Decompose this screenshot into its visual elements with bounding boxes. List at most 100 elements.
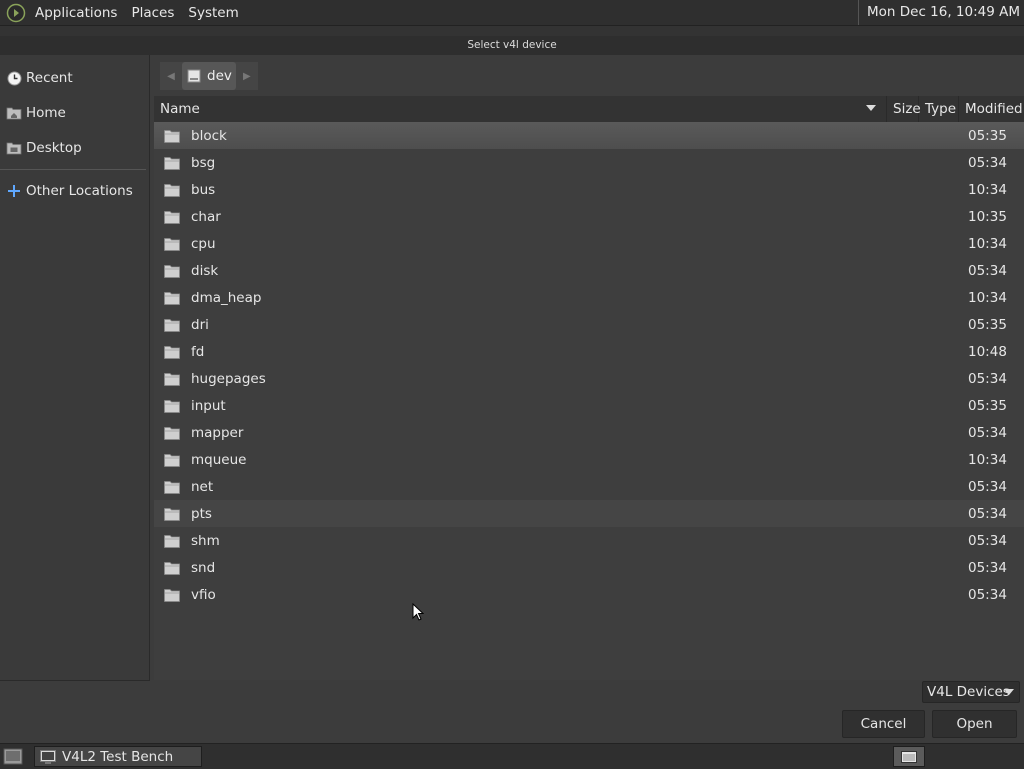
folder-icon	[164, 561, 180, 575]
column-header-label: Name	[160, 101, 200, 117]
file-modified: 05:34	[968, 262, 1007, 279]
file-name: char	[191, 208, 221, 225]
sidebar-item-label: Home	[26, 105, 66, 121]
folder-icon	[164, 264, 180, 278]
folder-icon	[164, 345, 180, 359]
file-row[interactable]: mapper 05:34	[154, 419, 1024, 446]
path-back-button[interactable]: ◀	[160, 62, 182, 90]
path-bar: ◀ dev ▶	[160, 61, 258, 91]
taskbar-window-label: V4L2 Test Bench	[62, 748, 174, 765]
path-crumb-label: dev	[207, 68, 232, 84]
file-modified: 05:34	[968, 370, 1007, 387]
path-crumb-dev[interactable]: dev	[182, 62, 236, 90]
menu-applications[interactable]: Applications	[28, 5, 124, 21]
file-name: mqueue	[191, 451, 247, 468]
file-filter-select[interactable]: V4L Devices	[922, 681, 1020, 703]
taskbar-window-button[interactable]: V4L2 Test Bench	[34, 746, 202, 767]
folder-icon	[164, 399, 180, 413]
places-sidebar: Recent Home Desktop Other Locations	[0, 55, 150, 681]
column-header-name[interactable]: Name	[154, 96, 887, 122]
path-forward-button[interactable]: ▶	[235, 62, 258, 90]
column-header-label: Modified	[965, 101, 1023, 117]
file-name: mapper	[191, 424, 244, 441]
column-header-type[interactable]: Type	[919, 96, 959, 122]
file-modified: 05:34	[968, 424, 1007, 441]
file-row[interactable]: block 05:35	[154, 122, 1024, 149]
folder-icon	[164, 318, 180, 332]
file-name: pts	[191, 505, 212, 522]
column-header-label: Size	[893, 101, 921, 117]
open-button[interactable]: Open	[932, 710, 1017, 738]
column-header-size[interactable]: Size	[887, 96, 921, 122]
dropdown-arrow-icon	[1004, 689, 1014, 695]
file-row[interactable]: hugepages 05:34	[154, 365, 1024, 392]
desktop-folder-icon	[6, 140, 22, 156]
file-row[interactable]: bsg 05:34	[154, 149, 1024, 176]
column-header-modified[interactable]: Modified	[959, 96, 1024, 122]
file-name: cpu	[191, 235, 216, 252]
file-row[interactable]: net 05:34	[154, 473, 1024, 500]
panel-gap	[0, 26, 1024, 36]
chevron-right-icon: ▶	[243, 70, 251, 82]
file-modified: 05:35	[968, 316, 1007, 333]
file-row[interactable]: input 05:35	[154, 392, 1024, 419]
cancel-button[interactable]: Cancel	[842, 710, 925, 738]
sidebar-separator	[0, 169, 146, 170]
file-row[interactable]: dma_heap 10:34	[154, 284, 1024, 311]
file-row[interactable]: bus 10:34	[154, 176, 1024, 203]
sidebar-item-home[interactable]: Home	[0, 99, 149, 127]
folder-icon	[164, 129, 180, 143]
file-modified: 05:35	[968, 127, 1007, 144]
top-panel: Applications Places System Mon Dec 16, 1…	[0, 0, 1024, 26]
show-desktop-icon[interactable]	[3, 748, 23, 765]
file-name: net	[191, 478, 214, 495]
file-row[interactable]: vfio 05:34	[154, 581, 1024, 608]
folder-icon	[164, 534, 180, 548]
chevron-left-icon: ◀	[167, 70, 175, 82]
file-row[interactable]: cpu 10:34	[154, 230, 1024, 257]
sidebar-item-label: Other Locations	[26, 183, 133, 199]
file-row[interactable]: shm 05:34	[154, 527, 1024, 554]
file-name: vfio	[191, 586, 216, 603]
sidebar-item-label: Recent	[26, 70, 73, 86]
folder-icon	[164, 588, 180, 602]
folder-icon	[164, 372, 180, 386]
sidebar-item-other-locations[interactable]: Other Locations	[0, 177, 149, 205]
workspace-icon	[901, 750, 917, 763]
file-name: bsg	[191, 154, 216, 171]
menu-places[interactable]: Places	[124, 5, 181, 21]
file-name: dri	[191, 316, 209, 333]
top-menu: Applications Places System	[0, 0, 246, 25]
home-folder-icon	[6, 105, 22, 121]
distro-logo-icon[interactable]	[6, 3, 26, 23]
file-row[interactable]: fd 10:48	[154, 338, 1024, 365]
folder-icon	[164, 480, 180, 494]
folder-icon	[164, 453, 180, 467]
sidebar-item-recent[interactable]: Recent	[0, 64, 149, 92]
file-modified: 10:34	[968, 289, 1007, 306]
sort-down-icon	[866, 105, 876, 111]
clock[interactable]: Mon Dec 16, 10:49 AM	[857, 0, 1024, 25]
bottom-taskbar: V4L2 Test Bench	[0, 743, 1024, 769]
file-row[interactable]: pts 05:34	[154, 500, 1024, 527]
file-modified: 10:48	[968, 343, 1007, 360]
file-row[interactable]: snd 05:34	[154, 554, 1024, 581]
file-row[interactable]: disk 05:34	[154, 257, 1024, 284]
file-row[interactable]: mqueue 10:34	[154, 446, 1024, 473]
file-modified: 10:34	[968, 181, 1007, 198]
file-modified: 10:35	[968, 208, 1007, 225]
file-row[interactable]: dri 05:35	[154, 311, 1024, 338]
file-modified: 05:35	[968, 397, 1007, 414]
workspace-switcher[interactable]	[893, 746, 925, 767]
file-modified: 05:34	[968, 559, 1007, 576]
file-modified: 10:34	[968, 451, 1007, 468]
folder-icon	[164, 507, 180, 521]
folder-icon	[164, 237, 180, 251]
menu-system[interactable]: System	[181, 5, 245, 21]
sidebar-item-desktop[interactable]: Desktop	[0, 134, 149, 162]
mouse-cursor-icon	[412, 603, 424, 621]
file-name: disk	[191, 262, 219, 279]
file-row[interactable]: char 10:35	[154, 203, 1024, 230]
clock-icon	[6, 70, 22, 86]
file-name: dma_heap	[191, 289, 262, 306]
